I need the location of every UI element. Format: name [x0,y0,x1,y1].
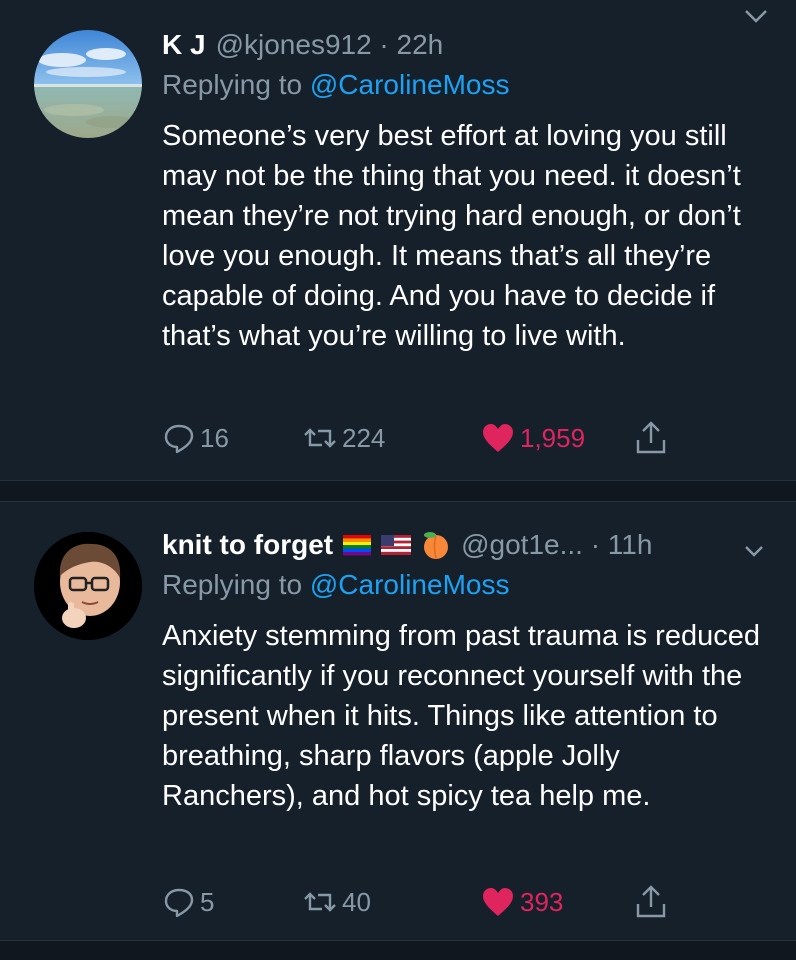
reply-button[interactable]: 16 [162,418,229,458]
like-button[interactable]: 393 [480,882,563,922]
heart-icon [483,888,513,916]
avatar[interactable] [34,532,142,640]
tweet-header: knit to forget @got1e... · 11h [162,528,652,562]
handle-and-time: @got1e... · 11h [461,529,653,560]
chevron-down-icon[interactable] [742,6,770,26]
retweet-count: 40 [342,886,371,917]
display-name[interactable]: knit to forget [162,528,333,562]
beach-photo-avatar [34,30,142,138]
memoji-avatar [34,532,142,640]
heart-icon [483,424,513,452]
reply-count: 16 [200,422,229,453]
tweet-actions: 5 40 393 [162,882,682,922]
reply-count: 5 [200,886,215,917]
us-flag-emoji [381,535,412,555]
tweet-card[interactable]: knit to forget @got1e... · 11h Replying … [0,502,796,940]
rainbow-flag-emoji [343,535,372,556]
tweet-separator [0,940,796,960]
reply-mention-link[interactable]: @CarolineMoss [310,569,510,600]
like-button[interactable]: 1,959 [480,418,585,458]
tweet-actions: 16 224 1,959 [162,418,682,458]
chevron-down-icon[interactable] [742,542,766,560]
handle-and-time: @kjones912 · 22h [215,29,444,60]
share-icon [636,421,666,454]
like-count: 393 [520,886,564,917]
retweet-count: 224 [342,422,386,453]
share-button[interactable] [634,418,668,458]
tweet-header: K J @kjones912 · 22h [162,28,443,62]
peach-emoji [424,532,449,559]
tweet-separator [0,480,796,502]
retweet-icon [304,428,336,448]
tweet-text: Anxiety stemming from past trauma is red… [162,620,760,812]
retweet-button[interactable]: 224 [302,418,385,458]
replying-to-label: Replying to [162,569,303,600]
tweet-text: Someone’s very best effort at loving you… [162,120,741,352]
like-count: 1,959 [520,422,586,453]
replying-to: Replying to @CarolineMoss [162,68,509,102]
reply-button[interactable]: 5 [162,882,214,922]
reply-icon [164,888,194,918]
reply-mention-link[interactable]: @CarolineMoss [310,69,510,100]
avatar[interactable] [34,30,142,138]
reply-icon [164,424,194,454]
replying-to-label: Replying to [162,69,303,100]
retweet-icon [304,892,336,912]
replying-to: Replying to @CarolineMoss [162,568,509,602]
share-button[interactable] [634,882,668,922]
share-icon [636,885,666,918]
tweet-card[interactable]: K J @kjones912 · 22h Replying to @Caroli… [0,0,796,480]
retweet-button[interactable]: 40 [302,882,371,922]
display-name[interactable]: K J [162,28,206,62]
